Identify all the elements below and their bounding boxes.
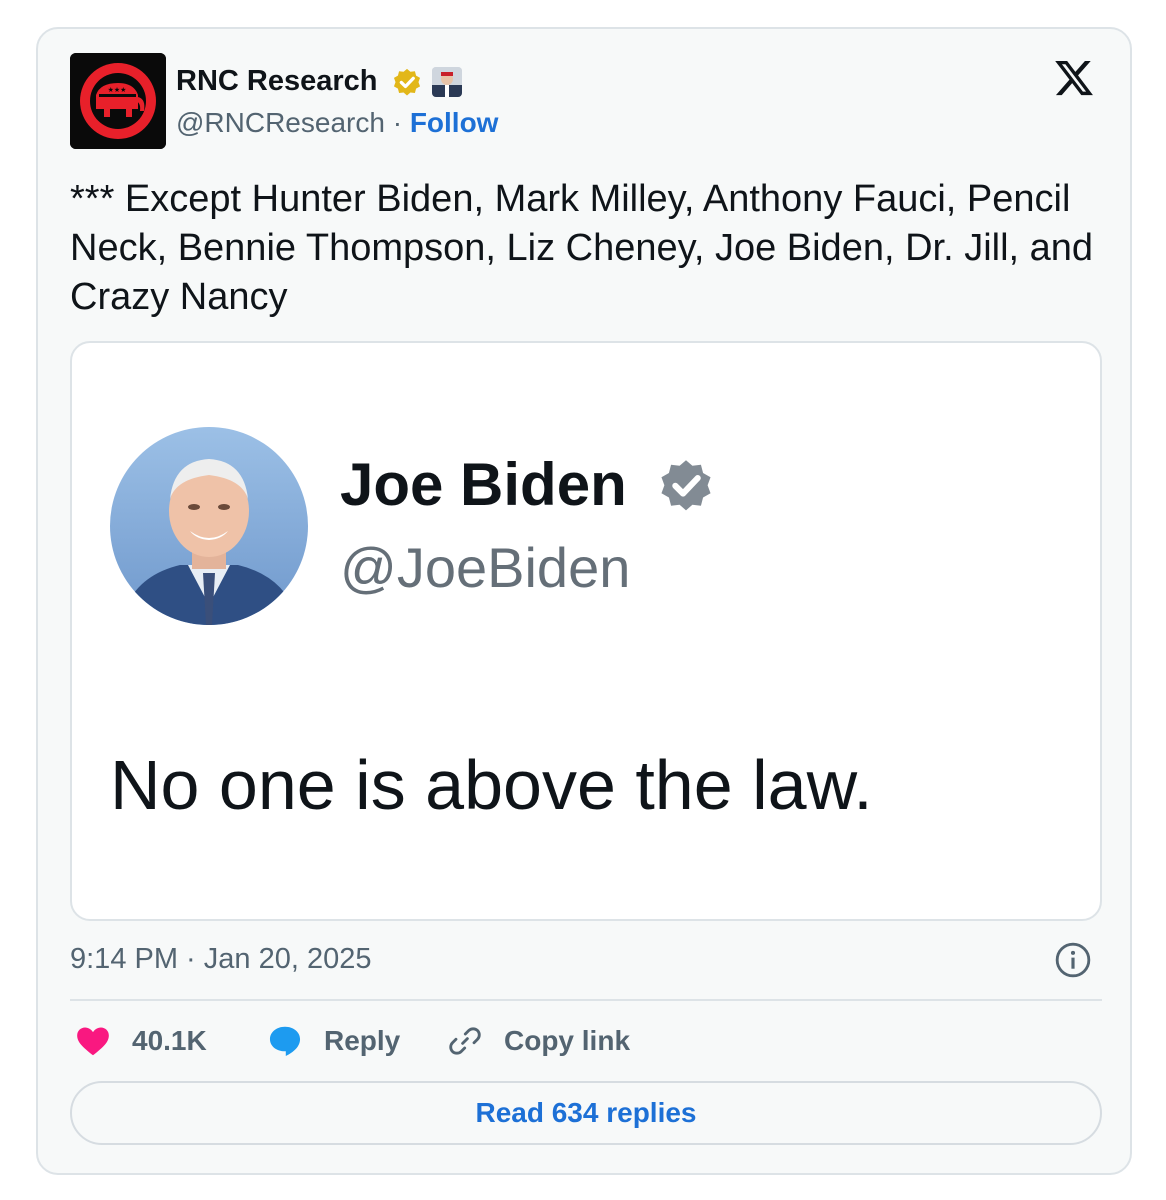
author-avatar[interactable]: ★★★	[70, 53, 166, 149]
x-logo-icon[interactable]	[1052, 57, 1096, 99]
divider	[70, 999, 1102, 1001]
gray-verified-badge-icon	[661, 460, 711, 511]
heart-icon	[77, 1027, 109, 1056]
author-handle[interactable]: @RNCResearch	[176, 107, 385, 138]
gop-elephant-logo-icon: ★★★	[70, 53, 166, 149]
author-display-name[interactable]: RNC Research	[176, 63, 377, 99]
follow-button[interactable]: Follow	[410, 107, 499, 138]
embedded-tweet-text: No one is above the law.	[110, 746, 873, 824]
gold-verified-badge-icon	[393, 68, 421, 96]
svg-text:★★★: ★★★	[108, 86, 127, 94]
tweet-timestamp[interactable]: 9:14 PM · Jan 20, 2025	[70, 939, 371, 979]
embedded-display-name: Joe Biden	[340, 451, 627, 518]
embedded-tweet-card: ★★★ RNC Research @RNCResearch · Follow *…	[36, 27, 1132, 1175]
profile-photo	[110, 427, 308, 625]
embedded-handle: @JoeBiden	[340, 536, 631, 599]
tweet-text: *** Except Hunter Biden, Mark Milley, An…	[70, 178, 1094, 318]
info-icon[interactable]	[1054, 941, 1092, 979]
tweet-image[interactable]: Joe Biden @JoeBiden No one is above the …	[70, 341, 1102, 921]
reply-bubble-icon	[269, 1026, 301, 1057]
like-count: 40.1K	[132, 1025, 207, 1056]
link-icon	[449, 1027, 481, 1055]
reply-label: Reply	[324, 1025, 401, 1056]
read-replies-button[interactable]: Read 634 replies	[70, 1081, 1102, 1145]
copy-link-button[interactable]: Copy link	[446, 1019, 630, 1063]
separator-dot: ·	[392, 107, 403, 138]
affiliation-badge-icon[interactable]	[432, 67, 462, 97]
copy-link-label: Copy link	[504, 1025, 631, 1056]
reply-button[interactable]: Reply	[266, 1019, 400, 1063]
like-button[interactable]: 40.1K	[74, 1019, 207, 1063]
author-handle-line: @RNCResearch · Follow	[176, 105, 498, 141]
